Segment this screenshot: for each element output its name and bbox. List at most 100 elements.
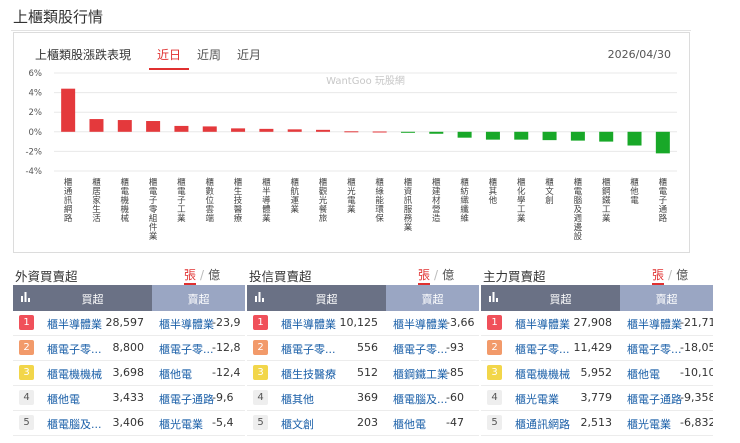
unit-amount-tab[interactable]: 億 — [208, 268, 220, 282]
buy-sector-link[interactable]: 櫃文創 — [281, 416, 314, 432]
bar[interactable] — [599, 131, 614, 142]
sell-sector-link[interactable]: 櫃半導體業 — [159, 316, 214, 332]
bar[interactable] — [231, 128, 246, 132]
buy-sector-link[interactable]: 櫃通訊網路 — [515, 416, 570, 432]
bar[interactable] — [457, 131, 472, 138]
bar[interactable] — [485, 131, 500, 140]
buy-sector-link[interactable]: 櫃電腦及... — [47, 416, 102, 432]
table-row[interactable]: 2櫃電子零...11,429櫃電子零...-18,055 — [481, 336, 713, 361]
buy-sector-link[interactable]: 櫃電機機械 — [515, 366, 570, 382]
buy-sector-link[interactable]: 櫃生技醫療 — [281, 366, 336, 382]
sell-header-label: 賣超 — [187, 293, 210, 306]
bar[interactable] — [146, 121, 161, 132]
bar[interactable] — [570, 131, 585, 141]
buy-sector-link[interactable]: 櫃半導體業 — [515, 316, 570, 332]
table-row[interactable]: 3 櫃電機機械 5,952 櫃他電 -10,105 — [481, 361, 713, 386]
y-tick-label: 2% — [29, 108, 43, 118]
bar[interactable] — [287, 129, 302, 132]
table-header: 買超 賣超 — [481, 285, 713, 311]
table-row[interactable]: 2 櫃電子零... 8,800 櫃電子零... -12,8 — [13, 336, 245, 361]
unit-amount-tab[interactable]: 億 — [442, 268, 454, 282]
x-category-label: 櫃電腦及週邊設 — [574, 177, 583, 242]
bar[interactable] — [542, 131, 557, 141]
sell-value: -5,4 — [212, 416, 234, 429]
bar[interactable] — [61, 88, 76, 132]
sell-sector-link[interactable]: 櫃電子零... — [393, 341, 448, 357]
tab-weekly[interactable]: 近周 — [197, 46, 221, 63]
bar[interactable] — [655, 131, 670, 154]
section-title: 主力買賣超 — [483, 269, 546, 284]
buy-sector-link[interactable]: 櫃電子零... — [47, 341, 102, 357]
unit-shares-tab[interactable]: 張 — [184, 268, 196, 282]
sell-sector-link[interactable]: 櫃電子通路 — [627, 391, 682, 407]
unit-separator: / — [434, 268, 439, 282]
table-row[interactable]: 1 櫃半導體業 10,125 櫃半導體業 -3,66 — [247, 311, 479, 336]
table-row[interactable]: 1櫃半導體業27,908櫃半導體業-21,710 — [481, 311, 713, 336]
rank-badge: 5 — [19, 415, 34, 430]
table-row[interactable]: 4 櫃光電業 3,779 櫃電子通路 -9,358 — [481, 386, 713, 411]
tab-monthly[interactable]: 近月 — [237, 46, 261, 63]
y-tick-label: -2% — [25, 147, 42, 157]
table-row[interactable]: 4 櫃其他 369 櫃電腦及... -60 — [247, 386, 479, 411]
table-row[interactable]: 3 櫃生技醫療 512 櫃鋼鐵工業 -85 — [247, 361, 479, 386]
table-row[interactable]: 4 櫃他電 3,433 櫃電子通路 -9,6 — [13, 386, 245, 411]
sell-cell: 櫃半導體業 -23,9 — [152, 311, 245, 336]
buy-sector-link[interactable]: 櫃光電業 — [515, 391, 559, 407]
x-category-label: 櫃光電業 — [347, 177, 356, 215]
buy-sector-link[interactable]: 櫃其他 — [281, 391, 314, 407]
sell-value: -12,8 — [212, 341, 241, 354]
bar[interactable] — [372, 131, 387, 133]
unit-shares-tab[interactable]: 張 — [418, 268, 430, 282]
sell-header-label: 賣超 — [421, 293, 444, 306]
sell-sector-link[interactable]: 櫃電子零... — [159, 341, 214, 357]
tab-daily[interactable]: 近日 — [157, 46, 181, 63]
bar[interactable] — [344, 131, 359, 133]
trade-table: 買超 賣超 1 櫃半導體業 28,597 櫃半導體業 -23,9 2 櫃電子零... 8,800 櫃… — [13, 285, 245, 439]
sell-sector-link[interactable]: 櫃他電 — [159, 366, 192, 382]
buy-sector-link[interactable]: 櫃他電 — [47, 391, 80, 407]
sell-value: -9,358 — [680, 391, 713, 404]
sell-sector-link[interactable]: 櫃光電業 — [159, 416, 203, 432]
sell-sector-link[interactable]: 櫃鋼鐵工業 — [393, 366, 448, 382]
buy-sector-link[interactable]: 櫃電機機械 — [47, 366, 102, 382]
bar[interactable] — [429, 131, 444, 134]
unit-shares-tab[interactable]: 張 — [652, 268, 664, 282]
sell-sector-link[interactable]: 櫃電子通路 — [159, 391, 214, 407]
x-category-label: 櫃綠能環保 — [375, 177, 384, 224]
table-row[interactable]: 5 櫃電腦及... 3,406 櫃光電業 -5,4 — [13, 411, 245, 436]
bar[interactable] — [514, 131, 529, 140]
sell-cell: 櫃電腦及... -60 — [386, 386, 479, 411]
table-row[interactable]: 3 櫃電機機械 3,698 櫃他電 -12,4 — [13, 361, 245, 386]
table-row[interactable]: 1 櫃半導體業 28,597 櫃半導體業 -23,9 — [13, 311, 245, 336]
sell-cell: 櫃電子通路 -9,358 — [620, 386, 713, 411]
bar[interactable] — [259, 128, 274, 132]
bar[interactable] — [174, 125, 189, 132]
x-category-label: 櫃航運業 — [290, 177, 299, 215]
bar[interactable] — [117, 120, 132, 132]
sell-sector-link[interactable]: 櫃半導體業 — [627, 316, 682, 332]
table-row[interactable]: 5 櫃通訊網路 2,513 櫃光電業 -6,832 — [481, 411, 713, 436]
sell-sector-link[interactable]: 櫃光電業 — [627, 416, 671, 432]
table-row[interactable]: 5 櫃文創 203 櫃他電 -47 — [247, 411, 479, 436]
sell-sector-link[interactable]: 櫃電腦及... — [393, 391, 448, 407]
buy-sector-link[interactable]: 櫃半導體業 — [47, 316, 102, 332]
bar[interactable] — [89, 119, 104, 132]
bar[interactable] — [400, 131, 415, 133]
sell-sector-link[interactable]: 櫃他電 — [393, 416, 426, 432]
y-tick-label: 4% — [29, 89, 43, 99]
rank-badge: 1 — [487, 315, 502, 330]
bar[interactable] — [627, 131, 642, 146]
buy-sector-link[interactable]: 櫃電子零... — [281, 341, 336, 357]
bar[interactable] — [316, 129, 331, 132]
sell-value: -23,9 — [212, 316, 241, 329]
buy-sector-link[interactable]: 櫃半導體業 — [281, 316, 336, 332]
table-row[interactable]: 2 櫃電子零... 556 櫃電子零... -93 — [247, 336, 479, 361]
sell-sector-link[interactable]: 櫃半導體業 — [393, 316, 448, 332]
sell-sector-link[interactable]: 櫃他電 — [627, 366, 660, 382]
row-divider — [247, 435, 479, 436]
unit-amount-tab[interactable]: 億 — [676, 268, 688, 282]
table-header: 買超 賣超 — [247, 285, 479, 311]
buy-sector-link[interactable]: 櫃電子零... — [515, 341, 570, 357]
sell-sector-link[interactable]: 櫃電子零... — [627, 341, 682, 357]
bar[interactable] — [202, 126, 217, 132]
